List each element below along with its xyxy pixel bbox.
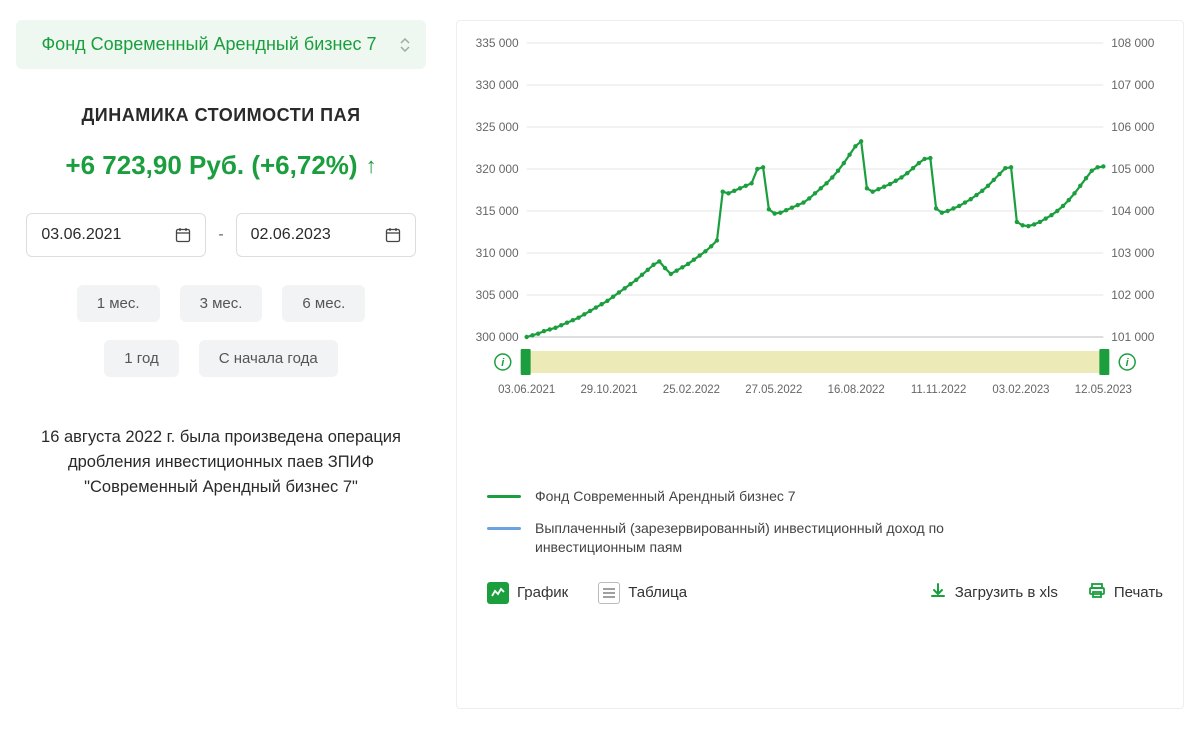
chevron-updown-icon bbox=[400, 38, 410, 52]
svg-text:335 000: 335 000 bbox=[476, 36, 519, 50]
fund-selector-label: Фонд Современный Арендный бизнес 7 bbox=[42, 34, 377, 54]
svg-text:27.05.2022: 27.05.2022 bbox=[745, 384, 802, 396]
table-icon bbox=[598, 582, 620, 604]
date-from-input[interactable]: 03.06.2021 bbox=[26, 213, 206, 257]
calendar-icon bbox=[175, 227, 191, 243]
calendar-icon bbox=[385, 227, 401, 243]
preset-1m[interactable]: 1 мес. bbox=[77, 285, 160, 322]
line-chart[interactable]: 300 000 305 000 310 000 315 000 320 000 325 0… bbox=[467, 35, 1163, 465]
legend-label-series1: Фонд Современный Арендный бизнес 7 bbox=[535, 487, 796, 507]
svg-text:25.02.2022: 25.02.2022 bbox=[663, 384, 720, 396]
chart-panel: 300 000 305 000 310 000 315 000 320 000 325 0… bbox=[456, 20, 1184, 709]
price-delta-value: +6 723,90 Руб. (+6,72%) bbox=[65, 150, 357, 181]
date-range-row: 03.06.2021 - 02.06.2023 bbox=[16, 213, 426, 257]
chart-icon bbox=[487, 582, 509, 604]
download-xls-label: Загрузить в xls bbox=[955, 584, 1058, 601]
svg-text:103 000: 103 000 bbox=[1111, 246, 1154, 260]
svg-text:320 000: 320 000 bbox=[476, 162, 519, 176]
preset-row-2: 1 год С начала года bbox=[104, 340, 337, 377]
legend: Фонд Современный Арендный бизнес 7 Выпла… bbox=[467, 487, 1163, 558]
legend-item-series2[interactable]: Выплаченный (зарезервированный) инвестиц… bbox=[487, 519, 1163, 558]
preset-ytd[interactable]: С начала года bbox=[199, 340, 338, 377]
price-delta: +6 723,90 Руб. (+6,72%) ↑ bbox=[65, 150, 376, 181]
svg-text:105 000: 105 000 bbox=[1111, 162, 1154, 176]
chart-toolbar: График Таблица Загрузить в xls Печать bbox=[467, 582, 1163, 604]
chart-area: 300 000 305 000 310 000 315 000 320 000 325 0… bbox=[467, 35, 1163, 465]
svg-text:305 000: 305 000 bbox=[476, 288, 519, 302]
svg-text:106 000: 106 000 bbox=[1111, 120, 1154, 134]
view-table-button[interactable]: Таблица bbox=[598, 582, 687, 604]
view-table-label: Таблица bbox=[628, 584, 687, 601]
legend-label-series2: Выплаченный (зарезервированный) инвестиц… bbox=[535, 519, 1055, 558]
svg-text:16.08.2022: 16.08.2022 bbox=[828, 384, 885, 396]
svg-text:101 000: 101 000 bbox=[1111, 330, 1154, 344]
svg-text:300 000: 300 000 bbox=[476, 330, 519, 344]
legend-swatch-series1 bbox=[487, 495, 521, 498]
svg-text:i: i bbox=[1126, 357, 1130, 369]
svg-text:325 000: 325 000 bbox=[476, 120, 519, 134]
preset-6m[interactable]: 6 мес. bbox=[282, 285, 365, 322]
download-xls-button[interactable]: Загрузить в xls bbox=[929, 582, 1058, 604]
svg-text:102 000: 102 000 bbox=[1111, 288, 1154, 302]
legend-item-series1[interactable]: Фонд Современный Арендный бизнес 7 bbox=[487, 487, 1163, 507]
svg-text:315 000: 315 000 bbox=[476, 204, 519, 218]
svg-text:03.06.2021: 03.06.2021 bbox=[498, 384, 555, 396]
svg-text:i: i bbox=[501, 357, 505, 369]
fund-selector[interactable]: Фонд Современный Арендный бизнес 7 bbox=[16, 20, 426, 69]
split-note: 16 августа 2022 г. была произведена опер… bbox=[31, 425, 411, 499]
print-icon bbox=[1088, 582, 1106, 604]
preset-1y[interactable]: 1 год bbox=[104, 340, 178, 377]
date-from-value: 03.06.2021 bbox=[41, 226, 121, 244]
svg-text:12.05.2023: 12.05.2023 bbox=[1075, 384, 1132, 396]
date-to-input[interactable]: 02.06.2023 bbox=[236, 213, 416, 257]
date-separator: - bbox=[218, 226, 223, 244]
svg-text:11.11.2022: 11.11.2022 bbox=[911, 384, 966, 396]
svg-text:29.10.2021: 29.10.2021 bbox=[580, 384, 637, 396]
print-button[interactable]: Печать bbox=[1088, 582, 1163, 604]
section-title: ДИНАМИКА СТОИМОСТИ ПАЯ bbox=[81, 105, 360, 126]
controls-panel: Фонд Современный Арендный бизнес 7 ДИНАМ… bbox=[16, 20, 426, 709]
view-chart-button[interactable]: График bbox=[487, 582, 568, 604]
svg-text:104 000: 104 000 bbox=[1111, 204, 1154, 218]
preset-3m[interactable]: 3 мес. bbox=[180, 285, 263, 322]
print-label: Печать bbox=[1114, 584, 1163, 601]
preset-row-1: 1 мес. 3 мес. 6 мес. bbox=[77, 285, 366, 322]
svg-text:108 000: 108 000 bbox=[1111, 36, 1154, 50]
view-chart-label: График bbox=[517, 584, 568, 601]
svg-text:107 000: 107 000 bbox=[1111, 78, 1154, 92]
arrow-up-icon: ↑ bbox=[366, 153, 377, 179]
svg-text:310 000: 310 000 bbox=[476, 246, 519, 260]
svg-text:330 000: 330 000 bbox=[476, 78, 519, 92]
svg-text:03.02.2023: 03.02.2023 bbox=[992, 384, 1049, 396]
download-icon bbox=[929, 582, 947, 604]
date-to-value: 02.06.2023 bbox=[251, 226, 331, 244]
legend-swatch-series2 bbox=[487, 527, 521, 530]
